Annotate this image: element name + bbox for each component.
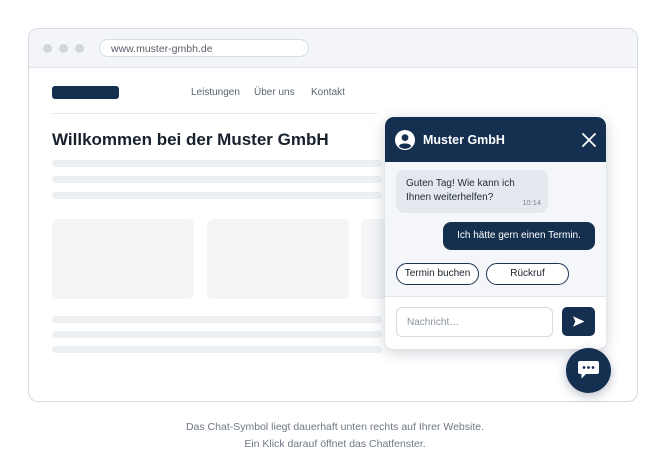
- caption-line-1: Das Chat-Symbol liegt dauerhaft unten re…: [185, 421, 485, 433]
- placeholder-text-line: [52, 331, 382, 338]
- nav-item-ueber-uns[interactable]: Über uns: [254, 87, 295, 98]
- window-dot-icon: [59, 44, 68, 53]
- nav-item-kontakt[interactable]: Kontakt: [311, 87, 345, 98]
- caption-line-2: Ein Klick darauf öffnet das Chatfenster.: [244, 438, 426, 450]
- chat-footer: [385, 296, 606, 349]
- placeholder-card: [52, 219, 194, 299]
- close-icon[interactable]: [581, 132, 597, 148]
- message-text: Guten Tag! Wie kann ich Ihnen weiterhelf…: [406, 178, 515, 203]
- quick-reply-termin-buchen[interactable]: Termin buchen: [396, 263, 479, 285]
- user-avatar-icon: [395, 130, 415, 150]
- address-bar[interactable]: www.muster-gmbh.de: [99, 39, 309, 57]
- send-button[interactable]: [562, 307, 595, 336]
- window-dot-icon: [75, 44, 84, 53]
- browser-titlebar: www.muster-gmbh.de: [29, 29, 637, 68]
- chat-header: Muster GmbH: [385, 117, 606, 162]
- placeholder-card: [207, 219, 349, 299]
- site-logo[interactable]: [52, 86, 119, 99]
- placeholder-text-line: [52, 160, 382, 167]
- illustration-root: www.muster-gmbh.de Leistungen Über uns K…: [0, 0, 670, 463]
- quick-reply-rueckruf[interactable]: Rückruf: [486, 263, 569, 285]
- placeholder-text-line: [52, 176, 382, 183]
- header-divider: [52, 113, 377, 114]
- window-dot-icon: [43, 44, 52, 53]
- send-arrow-icon: [573, 316, 585, 327]
- nav-item-leistungen[interactable]: Leistungen: [191, 87, 240, 98]
- incoming-message: Guten Tag! Wie kann ich Ihnen weiterhelf…: [396, 170, 548, 213]
- page-title: Willkommen bei der Muster GmbH: [52, 130, 329, 149]
- outgoing-message: Ich hätte gern einen Termin.: [443, 222, 595, 250]
- placeholder-text-line: [52, 316, 382, 323]
- placeholder-text-line: [52, 346, 382, 353]
- message-timestamp: 10:14: [522, 198, 541, 207]
- chat-messages: Guten Tag! Wie kann ich Ihnen weiterhelf…: [385, 162, 606, 296]
- chat-bubble-icon: [578, 361, 599, 379]
- chat-title: Muster GmbH: [423, 133, 505, 147]
- placeholder-text-line: [52, 192, 382, 199]
- message-input[interactable]: [396, 307, 553, 337]
- chat-launcher-button[interactable]: [566, 348, 611, 393]
- chat-window: Muster GmbH Guten Tag! Wie kann ich Ihne…: [385, 117, 606, 349]
